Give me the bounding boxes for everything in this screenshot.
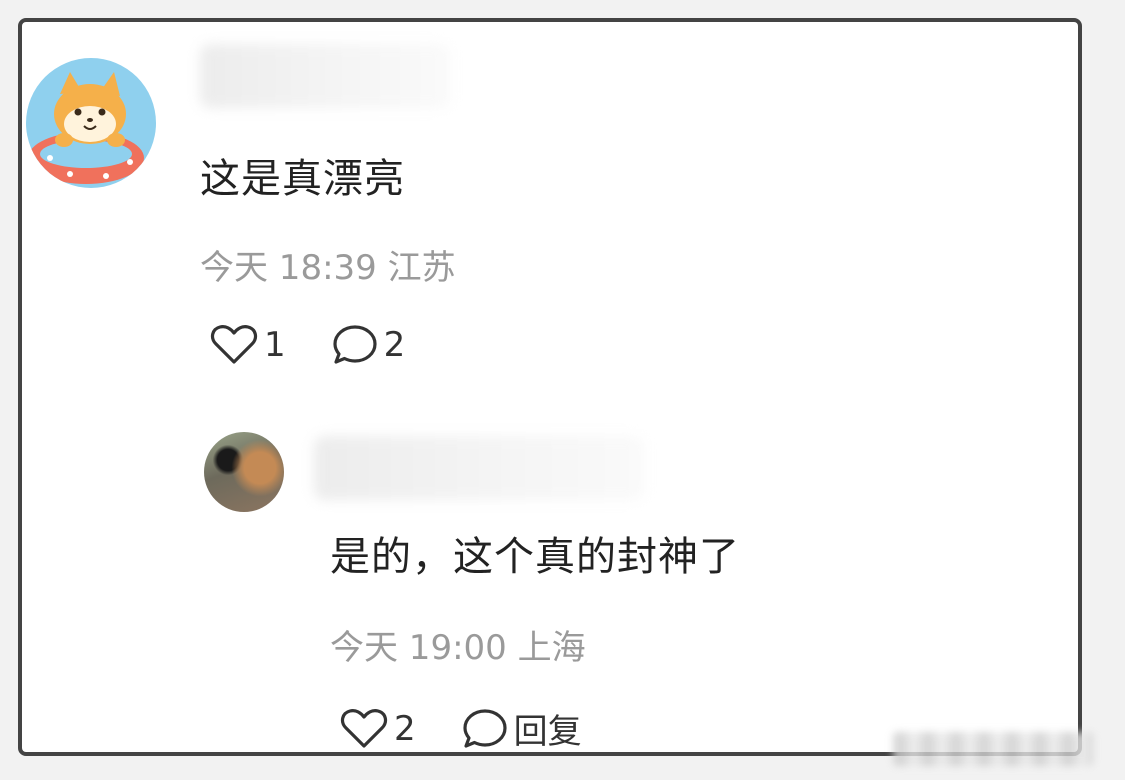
username-redacted [200,44,450,108]
like-count: 1 [264,325,286,365]
reply-like-count: 2 [394,708,416,749]
reply-like-button[interactable]: 2 [340,708,416,750]
reply-count-button[interactable]: 2 [332,324,406,366]
watermark-redacted [893,732,1093,766]
comment-meta: 今天 18:39 江苏 [200,248,456,288]
reply-text: 是的，这个真的封神了 [330,534,740,580]
reply-meta: 今天 19:00 上海 [330,628,586,668]
reply-label: 回复 [513,712,582,752]
comment-text: 这是真漂亮 [200,156,405,202]
speech-bubble-icon [333,325,377,364]
reply-actions: 2 回复 [340,704,582,752]
comment-actions: 1 2 [210,324,405,366]
user-avatar[interactable] [26,58,156,188]
like-button[interactable]: 1 [210,324,286,366]
reply-button[interactable]: 回复 [462,704,582,752]
heart-outline-icon [210,325,258,364]
reply-count: 2 [383,325,406,365]
shiba-avatar-icon [28,72,144,184]
speech-bubble-icon [463,708,507,748]
reply-username-redacted [314,436,644,500]
heart-outline-icon [340,708,388,748]
reply-user-avatar[interactable] [204,432,284,512]
comment-card: 这是真漂亮 今天 18:39 江苏 1 2 是的，这个真的封神了 今天 19:0… [18,18,1082,756]
